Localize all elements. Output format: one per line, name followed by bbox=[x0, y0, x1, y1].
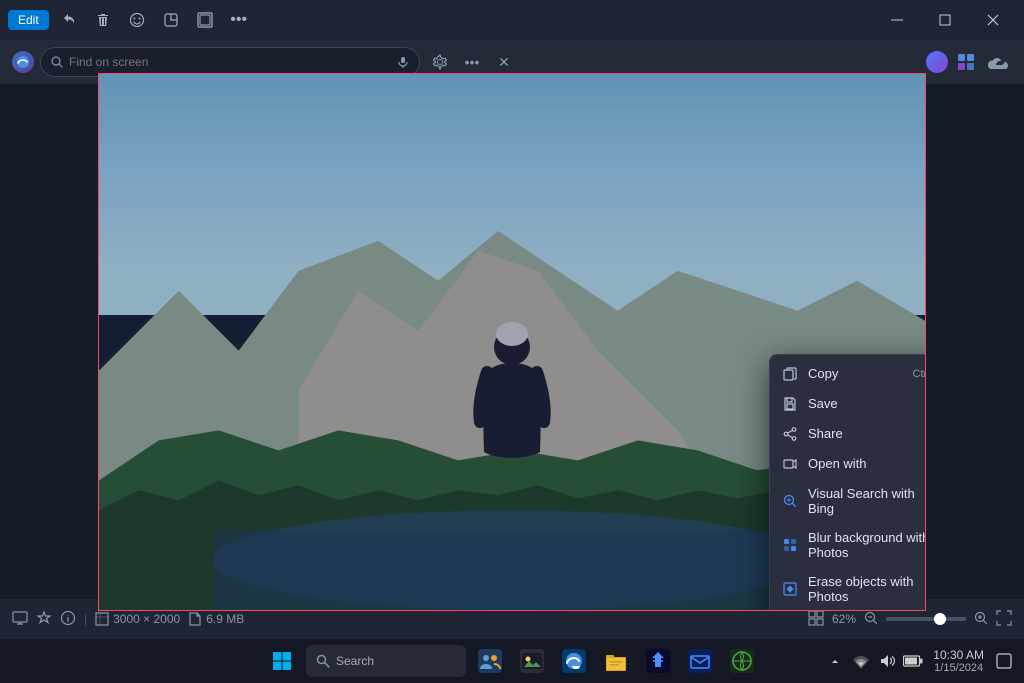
notification-center[interactable] bbox=[992, 649, 1016, 673]
collections-icon[interactable] bbox=[952, 48, 980, 76]
open-with-icon bbox=[782, 456, 798, 472]
zoom-slider[interactable] bbox=[886, 617, 966, 621]
blur-bg-label: Blur background with Photos bbox=[808, 530, 926, 560]
close-button[interactable] bbox=[970, 4, 1016, 36]
zoom-in-icon[interactable] bbox=[974, 611, 988, 628]
search-icon bbox=[51, 56, 63, 68]
taskbar-app-msn[interactable] bbox=[724, 643, 760, 679]
dimensions-display: 3000 × 2000 bbox=[95, 612, 180, 626]
taskbar-search-label: Search bbox=[336, 654, 374, 668]
start-button[interactable] bbox=[264, 643, 300, 679]
filesize-display: 6.9 MB bbox=[188, 612, 244, 626]
taskbar-app-edge[interactable] bbox=[556, 643, 592, 679]
search-input[interactable] bbox=[69, 55, 391, 69]
delete-icon[interactable] bbox=[89, 6, 117, 34]
share-icon bbox=[782, 426, 798, 442]
taskbar-app-store[interactable] bbox=[640, 643, 676, 679]
erase-objects-label: Erase objects with Photos bbox=[808, 574, 926, 604]
copy-label: Copy bbox=[808, 366, 903, 381]
fullscreen-icon[interactable] bbox=[996, 610, 1012, 629]
context-menu-share[interactable]: Share bbox=[770, 419, 926, 449]
taskbar-app-explorer[interactable] bbox=[598, 643, 634, 679]
context-menu-erase-objects[interactable]: Erase objects with Photos bbox=[770, 567, 926, 611]
tray-network[interactable] bbox=[849, 649, 873, 673]
erase-objects-icon bbox=[782, 581, 798, 597]
blur-bg-icon bbox=[782, 537, 798, 553]
info-icon[interactable] bbox=[60, 610, 76, 629]
sys-tray bbox=[823, 649, 925, 673]
sticker-icon[interactable] bbox=[157, 6, 185, 34]
clock-date: 1/15/2024 bbox=[934, 662, 983, 674]
context-menu-visual-search[interactable]: Visual Search with Bing bbox=[770, 479, 926, 523]
context-menu: Copy Ctrl+C Save Share bbox=[769, 354, 926, 611]
fit-icon[interactable] bbox=[808, 610, 824, 629]
status-bar-right: 62% bbox=[808, 610, 1012, 629]
save-icon bbox=[782, 396, 798, 412]
maximize-button[interactable] bbox=[922, 4, 968, 36]
emoji-icon[interactable] bbox=[123, 6, 151, 34]
main-content: Copy Ctrl+C Save Share bbox=[0, 84, 1024, 599]
context-menu-blur-bg[interactable]: Blur background with Photos bbox=[770, 523, 926, 567]
copy-icon bbox=[782, 366, 798, 382]
zoom-slider-thumb bbox=[934, 613, 946, 625]
context-menu-save[interactable]: Save bbox=[770, 389, 926, 419]
frame-icon[interactable] bbox=[191, 6, 219, 34]
tray-volume[interactable] bbox=[875, 649, 899, 673]
edit-button[interactable]: Edit bbox=[8, 10, 49, 30]
pipe-separator: | bbox=[84, 612, 87, 626]
taskbar-center: Search bbox=[264, 643, 760, 679]
onedrive-icon[interactable] bbox=[984, 48, 1012, 76]
taskbar-right: 10:30 AM 1/15/2024 bbox=[823, 648, 1016, 674]
visual-search-label: Visual Search with Bing bbox=[808, 486, 926, 516]
minimize-button[interactable] bbox=[874, 4, 920, 36]
profile-avatar[interactable] bbox=[926, 51, 948, 73]
taskbar-app-mail[interactable] bbox=[682, 643, 718, 679]
window-controls bbox=[874, 4, 1016, 36]
photo-container: Copy Ctrl+C Save Share bbox=[98, 73, 926, 611]
taskbar-search[interactable]: Search bbox=[306, 645, 466, 677]
zoom-out-icon[interactable] bbox=[864, 611, 878, 628]
visual-search-icon bbox=[782, 493, 798, 509]
zoom-level-display: 62% bbox=[832, 612, 856, 626]
clock-time: 10:30 AM bbox=[933, 648, 984, 662]
person-silhouette bbox=[472, 322, 552, 502]
monitor-icon bbox=[12, 610, 28, 629]
tray-battery[interactable] bbox=[901, 649, 925, 673]
edit-label: Edit bbox=[18, 13, 39, 27]
title-bar: Edit ••• bbox=[0, 0, 1024, 40]
clock-display[interactable]: 10:30 AM 1/15/2024 bbox=[929, 648, 988, 674]
copy-shortcut: Ctrl+C bbox=[913, 368, 926, 380]
mic-icon bbox=[397, 56, 409, 68]
context-menu-copy[interactable]: Copy Ctrl+C bbox=[770, 359, 926, 389]
taskbar-app-photos[interactable] bbox=[514, 643, 550, 679]
status-bar-left: | 3000 × 2000 6.9 MB bbox=[12, 610, 244, 629]
context-menu-open-with[interactable]: Open with › bbox=[770, 449, 926, 479]
taskbar-app-people[interactable] bbox=[472, 643, 508, 679]
share-label: Share bbox=[808, 426, 926, 441]
edge-logo[interactable] bbox=[12, 51, 34, 73]
undo-icon[interactable] bbox=[55, 6, 83, 34]
taskbar: Search bbox=[0, 639, 1024, 683]
edge-right-icons bbox=[926, 48, 1012, 76]
open-with-label: Open with bbox=[808, 456, 926, 471]
tray-chevron[interactable] bbox=[823, 649, 847, 673]
favorite-icon[interactable] bbox=[36, 610, 52, 629]
save-label: Save bbox=[808, 396, 926, 411]
more-icon[interactable]: ••• bbox=[225, 6, 253, 34]
